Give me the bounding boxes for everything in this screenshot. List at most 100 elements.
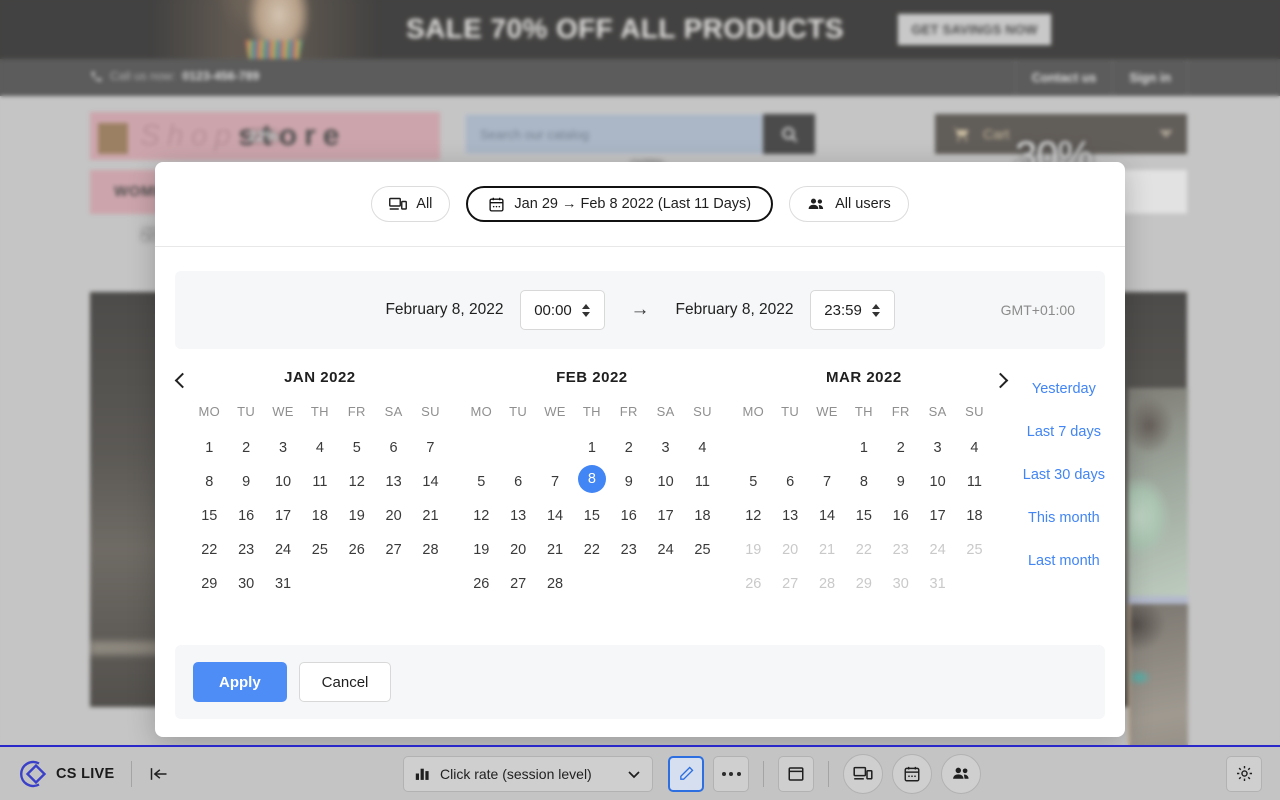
calendar-day[interactable]: 18 xyxy=(301,499,338,533)
calendar-day[interactable]: 12 xyxy=(735,499,772,533)
calendar-day[interactable]: 29 xyxy=(191,567,228,601)
calendar-day[interactable]: 20 xyxy=(500,533,537,567)
calendar-day[interactable]: 1 xyxy=(573,431,610,465)
calendar-day[interactable]: 14 xyxy=(537,499,574,533)
calendar-day[interactable]: 4 xyxy=(956,431,993,465)
calendar-day[interactable]: 19 xyxy=(463,533,500,567)
calendar-day[interactable]: 22 xyxy=(573,533,610,567)
calendar-day[interactable]: 30 xyxy=(228,567,265,601)
calendar-day[interactable]: 15 xyxy=(573,499,610,533)
calendar-day[interactable]: 7 xyxy=(809,465,846,499)
calendar-day[interactable]: 7 xyxy=(537,465,574,499)
preset-this-month[interactable]: This month xyxy=(1028,510,1100,526)
calendar-day[interactable]: 31 xyxy=(265,567,302,601)
calendar-day-selected[interactable]: 8 xyxy=(578,465,606,493)
calendar-day[interactable]: 11 xyxy=(301,465,338,499)
start-time-stepper-icon[interactable] xyxy=(582,304,590,317)
apply-button[interactable]: Apply xyxy=(193,662,287,702)
date-range-chip[interactable]: Jan 29 → Feb 8 2022 (Last 11 Days) xyxy=(466,186,773,222)
calendar-day[interactable]: 23 xyxy=(610,533,647,567)
calendar-day[interactable]: 11 xyxy=(684,465,721,499)
calendar-day[interactable]: 12 xyxy=(463,499,500,533)
users-filter-chip[interactable]: All users xyxy=(789,186,909,222)
calendar-day[interactable]: 28 xyxy=(412,533,449,567)
preset-last-30-days[interactable]: Last 30 days xyxy=(1023,467,1105,483)
calendar-day[interactable]: 2 xyxy=(610,431,647,465)
calendar-day[interactable]: 4 xyxy=(301,431,338,465)
calendar-day[interactable]: 16 xyxy=(882,499,919,533)
calendar-day[interactable]: 21 xyxy=(412,499,449,533)
calendar-day[interactable]: 3 xyxy=(919,431,956,465)
calendar-day[interactable]: 15 xyxy=(191,499,228,533)
devices-button[interactable] xyxy=(843,754,883,794)
preset-last-month[interactable]: Last month xyxy=(1028,553,1100,569)
calendar-day[interactable]: 5 xyxy=(735,465,772,499)
metric-select[interactable]: Click rate (session level) xyxy=(403,756,653,792)
calendar-day[interactable]: 22 xyxy=(191,533,228,567)
cslive-logo[interactable]: CS LIVE xyxy=(18,759,115,789)
calendar-day[interactable]: 6 xyxy=(500,465,537,499)
window-button[interactable] xyxy=(778,756,814,792)
calendar-day[interactable]: 9 xyxy=(610,465,647,499)
calendar-day[interactable]: 25 xyxy=(301,533,338,567)
calendar-day[interactable]: 10 xyxy=(647,465,684,499)
calendar-day[interactable]: 13 xyxy=(500,499,537,533)
collapse-button[interactable] xyxy=(148,764,170,784)
calendar-day[interactable]: 5 xyxy=(463,465,500,499)
users-button[interactable] xyxy=(941,754,981,794)
calendar-button[interactable] xyxy=(892,754,932,794)
calendar-day[interactable]: 17 xyxy=(647,499,684,533)
calendar-day[interactable]: 2 xyxy=(228,431,265,465)
calendar-day[interactable]: 15 xyxy=(845,499,882,533)
prev-month-button[interactable] xyxy=(175,369,191,601)
calendar-day[interactable]: 9 xyxy=(228,465,265,499)
calendar-day[interactable]: 18 xyxy=(684,499,721,533)
calendar-day[interactable]: 26 xyxy=(463,567,500,601)
end-time-stepper-icon[interactable] xyxy=(872,304,880,317)
calendar-day[interactable]: 5 xyxy=(338,431,375,465)
calendar-day[interactable]: 16 xyxy=(610,499,647,533)
calendar-day[interactable]: 3 xyxy=(647,431,684,465)
calendar-day[interactable]: 14 xyxy=(412,465,449,499)
preset-last-7-days[interactable]: Last 7 days xyxy=(1027,424,1101,440)
calendar-day[interactable]: 19 xyxy=(338,499,375,533)
calendar-day[interactable]: 23 xyxy=(228,533,265,567)
calendar-day[interactable]: 24 xyxy=(265,533,302,567)
calendar-day[interactable]: 8 xyxy=(191,465,228,499)
calendar-day[interactable]: 6 xyxy=(772,465,809,499)
calendar-day[interactable]: 6 xyxy=(375,431,412,465)
calendar-day[interactable]: 3 xyxy=(265,431,302,465)
calendar-day[interactable]: 10 xyxy=(265,465,302,499)
calendar-day[interactable]: 1 xyxy=(191,431,228,465)
calendar-day[interactable]: 2 xyxy=(882,431,919,465)
settings-button[interactable] xyxy=(1226,756,1262,792)
calendar-day[interactable]: 14 xyxy=(809,499,846,533)
next-month-button[interactable] xyxy=(993,369,1009,601)
edit-button[interactable] xyxy=(668,756,704,792)
end-time-input[interactable]: 23:59 xyxy=(810,290,895,330)
calendar-day[interactable]: 26 xyxy=(338,533,375,567)
more-button[interactable] xyxy=(713,756,749,792)
calendar-day[interactable]: 11 xyxy=(956,465,993,499)
calendar-day[interactable]: 25 xyxy=(684,533,721,567)
calendar-day[interactable]: 20 xyxy=(375,499,412,533)
calendar-day[interactable]: 17 xyxy=(919,499,956,533)
cancel-button[interactable]: Cancel xyxy=(299,662,392,702)
calendar-day[interactable]: 4 xyxy=(684,431,721,465)
calendar-day[interactable]: 10 xyxy=(919,465,956,499)
calendar-day[interactable]: 13 xyxy=(772,499,809,533)
calendar-day[interactable]: 21 xyxy=(537,533,574,567)
calendar-day[interactable]: 18 xyxy=(956,499,993,533)
preset-yesterday[interactable]: Yesterday xyxy=(1032,381,1096,397)
calendar-day[interactable]: 13 xyxy=(375,465,412,499)
calendar-day[interactable]: 7 xyxy=(412,431,449,465)
device-filter-chip[interactable]: All xyxy=(371,186,450,222)
calendar-day[interactable]: 16 xyxy=(228,499,265,533)
calendar-day[interactable]: 8 xyxy=(845,465,882,499)
calendar-day[interactable]: 1 xyxy=(845,431,882,465)
calendar-day[interactable]: 27 xyxy=(500,567,537,601)
calendar-day[interactable]: 28 xyxy=(537,567,574,601)
calendar-day[interactable]: 24 xyxy=(647,533,684,567)
start-time-input[interactable]: 00:00 xyxy=(520,290,605,330)
calendar-day[interactable]: 27 xyxy=(375,533,412,567)
